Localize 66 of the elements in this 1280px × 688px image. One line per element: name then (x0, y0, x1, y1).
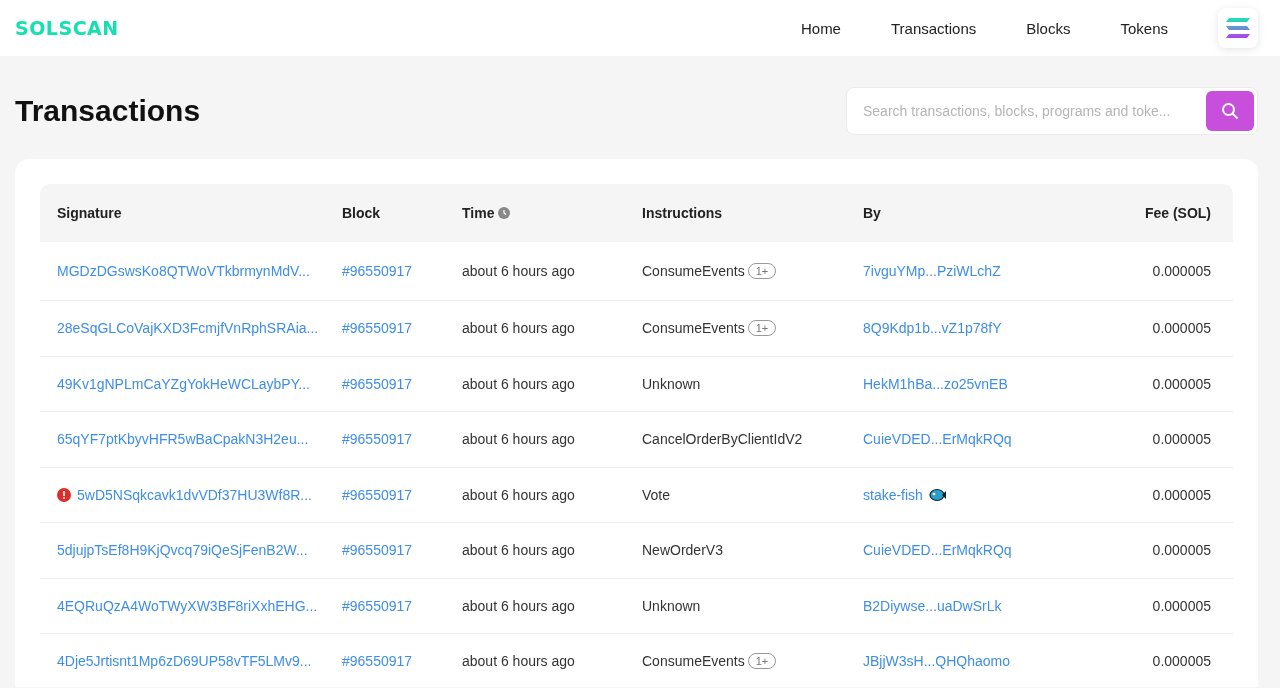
signature-link[interactable]: 49Kv1gNPLmCaYZgYokHeWCLaybPY... (57, 375, 310, 392)
block-link[interactable]: #96550917 (342, 375, 413, 392)
account-link[interactable]: HekM1hBa...zo25vnEB (863, 375, 1008, 392)
signature-link[interactable]: 28eSqGLCoVajKXD3FcmjfVnRphSRAia... (57, 320, 319, 337)
menu-button[interactable] (1218, 8, 1258, 48)
signature-link[interactable]: 4Dje5Jrtisnt1Mp6zD69UP58vTF5LMv9... (57, 653, 312, 670)
column-header: Block (342, 205, 381, 221)
time-text: about 6 hours ago (462, 431, 575, 448)
column-header: Signature (57, 205, 122, 221)
block-link[interactable]: #96550917 (342, 431, 413, 448)
nav-link[interactable]: Transactions (865, 19, 1002, 37)
signature-link[interactable]: MGDzDGswsKo8QTWoVTkbrmynMdV... (57, 263, 310, 279)
fee-text: 0.000005 (1152, 542, 1211, 559)
search-input[interactable]: Search transactions, blocks, programs and toke... (861, 102, 1206, 120)
account-link[interactable]: CuieVDED...ErMqkRQq (863, 431, 1012, 448)
fee-text: 0.000005 (1152, 263, 1211, 279)
menu-icon (1225, 17, 1251, 39)
account-link[interactable]: CuieVDED...ErMqkRQq (863, 542, 1012, 559)
column-header: By (863, 205, 881, 221)
time-text: about 6 hours ago (462, 375, 575, 392)
account-link[interactable]: stake-fish (863, 486, 923, 503)
column-header: Instructions (642, 205, 723, 221)
time-text: about 6 hours ago (462, 542, 575, 559)
fee-text: 0.000005 (1152, 375, 1211, 392)
nav-link[interactable]: Blocks (1001, 19, 1096, 37)
instruction-text: Unknown (642, 375, 701, 392)
signature-link[interactable]: 4EQRuQzA4WoTWyXW3BF8riXxhEHG... (57, 597, 318, 614)
block-link[interactable]: #96550917 (342, 653, 413, 670)
fee-text: 0.000005 (1152, 486, 1211, 503)
fee-text: 0.000005 (1152, 320, 1211, 337)
instruction-text: ConsumeEvents (642, 320, 745, 337)
block-link[interactable]: #96550917 (342, 597, 413, 614)
time-text: about 6 hours ago (462, 597, 575, 614)
clock-icon (498, 207, 511, 219)
time-text: about 6 hours ago (462, 486, 575, 503)
instruction-text: Unknown (642, 597, 701, 614)
block-link[interactable]: #96550917 (342, 320, 413, 337)
instruction-text: Vote (642, 486, 671, 503)
fee-text: 0.000005 (1152, 653, 1211, 670)
instruction-text: ConsumeEvents (642, 263, 745, 279)
time-text: about 6 hours ago (462, 263, 575, 279)
signature-link[interactable]: 65qYF7ptKbyvHFR5wBaCpakN3H2eu... (57, 431, 309, 448)
column-header: Time (462, 205, 495, 221)
search-icon (1221, 102, 1239, 120)
block-link[interactable]: #96550917 (342, 263, 413, 279)
search-button[interactable] (1206, 91, 1254, 131)
page-title: Transactions (15, 94, 201, 128)
fee-text: 0.000005 (1152, 431, 1211, 448)
signature-link[interactable]: 5wD5NSqkcavk1dvVDf37HU3Wf8R... (77, 486, 312, 503)
account-link[interactable]: B2Diywse...uaDwSrLk (863, 597, 1002, 614)
fee-text: 0.000005 (1152, 597, 1211, 614)
signature-link[interactable]: 5djujpTsEf8H9KjQvcq79iQeSjFenB2W... (57, 542, 308, 559)
instruction-text: ConsumeEvents (642, 653, 745, 670)
search-field[interactable]: Search transactions, blocks, programs and toke... (846, 87, 1258, 135)
block-link[interactable]: #96550917 (342, 542, 413, 559)
instruction-text: CancelOrderByClientIdV2 (642, 431, 803, 448)
nav-link[interactable]: Tokens (1095, 19, 1193, 37)
time-text: about 6 hours ago (462, 653, 575, 670)
nav-link[interactable]: Home (775, 19, 866, 37)
time-text: about 6 hours ago (462, 320, 575, 337)
account-link[interactable]: 7ivguYMp...PziWLchZ (863, 263, 1001, 279)
account-link[interactable]: 8Q9Kdp1b...vZ1p78fY (863, 320, 1002, 337)
column-header: Fee (SOL) (1144, 205, 1211, 221)
account-link[interactable]: JBjjW3sH...QHQhaomo (863, 653, 1011, 670)
block-link[interactable]: #96550917 (342, 486, 413, 503)
instruction-text: NewOrderV3 (642, 542, 723, 559)
